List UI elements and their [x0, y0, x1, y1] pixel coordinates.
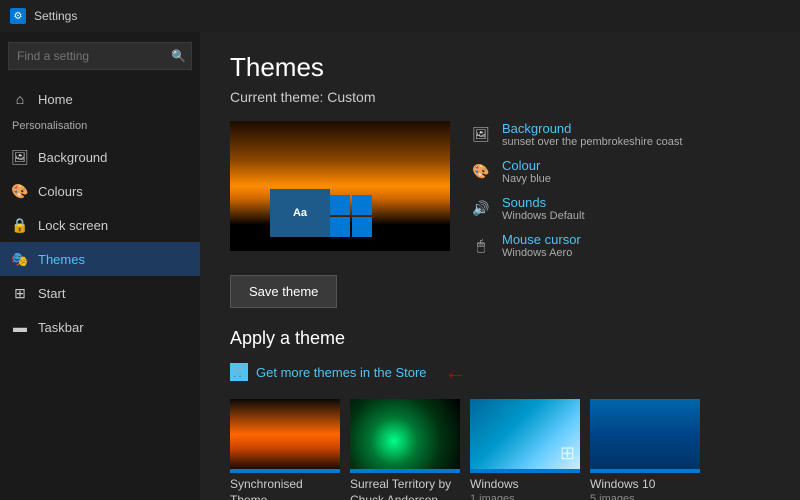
thumb-image-win10	[590, 399, 700, 469]
sidebar-item-start-label: Start	[38, 286, 65, 301]
preview-tile-3	[330, 217, 350, 237]
current-theme-label: Current theme: Custom	[230, 89, 770, 105]
page-title: Themes	[230, 52, 770, 83]
theme-thumbnail-surreal[interactable]: Surreal Territory by Chuck Anderson 6 im…	[350, 399, 460, 500]
theme-preview-row: Aa 🖼 Background sunset over the pembroke…	[230, 121, 770, 259]
thumb-bar-surreal	[350, 469, 460, 473]
sidebar-item-colours-label: Colours	[38, 184, 83, 199]
lock-screen-icon: 🔒	[12, 217, 28, 233]
sidebar-item-home-label: Home	[38, 92, 73, 107]
attr-colour-text: Colour Navy blue	[502, 158, 551, 185]
preview-tile-1	[330, 195, 350, 215]
preview-tile-2	[352, 195, 372, 215]
thumb-label-win10: Windows 10	[590, 477, 700, 493]
thumb-sublabel-win10: 5 images	[590, 493, 700, 500]
attr-colour-icon: 🎨	[470, 160, 492, 182]
title-bar-text: Settings	[34, 9, 77, 23]
thumb-bar-windows	[470, 469, 580, 473]
windows-logo-icon: ⊞	[560, 443, 575, 464]
attr-mouse-cursor-icon: 🖱	[470, 234, 492, 256]
background-icon: 🖼	[12, 149, 28, 165]
thumb-label-windows: Windows	[470, 477, 580, 493]
attr-colour-name: Colour	[502, 158, 551, 173]
sidebar-item-taskbar-label: Taskbar	[38, 320, 84, 335]
attr-background-value: sunset over the pembrokeshire coast	[502, 136, 682, 148]
thumb-bar-synced	[230, 469, 340, 473]
attr-colour[interactable]: 🎨 Colour Navy blue	[470, 158, 682, 185]
search-icon: 🔍	[171, 49, 186, 63]
thumb-image-surreal	[350, 399, 460, 469]
search-box[interactable]: 🔍	[8, 42, 192, 70]
home-icon: ⌂	[12, 91, 28, 107]
save-theme-button[interactable]: Save theme	[230, 275, 337, 308]
attr-background-name: Background	[502, 121, 682, 136]
store-link-row: 🛒 Get more themes in the Store ←	[230, 359, 770, 385]
thumb-label-surreal: Surreal Territory by Chuck Anderson	[350, 477, 460, 500]
sidebar-item-lock-screen-label: Lock screen	[38, 218, 108, 233]
sidebar-item-themes[interactable]: 🎭 Themes	[0, 242, 200, 276]
sidebar-section-label: Personalisation	[0, 116, 200, 140]
sidebar: 🔍 ⌂ Home Personalisation 🖼 Background 🎨 …	[0, 32, 200, 500]
attr-background-text: Background sunset over the pembrokeshire…	[502, 121, 682, 148]
sidebar-item-background[interactable]: 🖼 Background	[0, 140, 200, 174]
theme-thumbnail-windows[interactable]: ⊞ Windows 1 images	[470, 399, 580, 500]
store-link[interactable]: Get more themes in the Store	[256, 365, 427, 380]
thumb-image-windows: ⊞	[470, 399, 580, 469]
thumb-sublabel-windows: 1 images	[470, 493, 580, 500]
content-area: Themes Current theme: Custom Aa 🖼	[200, 32, 800, 500]
preview-tiles	[330, 195, 372, 237]
attr-background-icon: 🖼	[470, 123, 492, 145]
preview-window: Aa	[270, 189, 330, 237]
preview-tile-4	[352, 217, 372, 237]
sidebar-item-background-label: Background	[38, 150, 107, 165]
sidebar-item-taskbar[interactable]: ▬ Taskbar	[0, 310, 200, 344]
themes-icon: 🎭	[12, 251, 28, 267]
attr-sounds[interactable]: 🔊 Sounds Windows Default	[470, 195, 682, 222]
attr-sounds-value: Windows Default	[502, 210, 585, 222]
sidebar-item-home[interactable]: ⌂ Home	[0, 82, 200, 116]
app-body: 🔍 ⌂ Home Personalisation 🖼 Background 🎨 …	[0, 32, 800, 500]
taskbar-icon: ▬	[12, 319, 28, 335]
attr-mouse-cursor-name: Mouse cursor	[502, 232, 581, 247]
thumb-label-synced: Synchronised Theme	[230, 477, 340, 500]
thumb-bar-win10	[590, 469, 700, 473]
attr-sounds-text: Sounds Windows Default	[502, 195, 585, 222]
preview-aa-text: Aa	[293, 207, 307, 219]
theme-thumbnail-win10[interactable]: Windows 10 5 images	[590, 399, 700, 500]
search-input[interactable]	[8, 42, 192, 70]
apply-section-title: Apply a theme	[230, 328, 770, 349]
attr-background[interactable]: 🖼 Background sunset over the pembrokeshi…	[470, 121, 682, 148]
attr-mouse-cursor-value: Windows Aero	[502, 247, 581, 259]
attr-mouse-cursor[interactable]: 🖱 Mouse cursor Windows Aero	[470, 232, 682, 259]
theme-thumbnail-synced[interactable]: Synchronised Theme 1 images	[230, 399, 340, 500]
sidebar-item-themes-label: Themes	[38, 252, 85, 267]
sidebar-item-colours[interactable]: 🎨 Colours	[0, 174, 200, 208]
theme-attributes: 🖼 Background sunset over the pembrokeshi…	[470, 121, 682, 259]
attr-colour-value: Navy blue	[502, 173, 551, 185]
colours-icon: 🎨	[12, 183, 28, 199]
start-icon: ⊞	[12, 285, 28, 301]
arrow-indicator: ←	[445, 359, 467, 385]
theme-preview-image: Aa	[230, 121, 450, 251]
attr-sounds-name: Sounds	[502, 195, 585, 210]
app-icon: ⚙	[10, 8, 26, 24]
theme-thumbnails: Synchronised Theme 1 images Surreal Terr…	[230, 399, 770, 500]
store-icon: 🛒	[230, 363, 248, 381]
thumb-image-synced	[230, 399, 340, 469]
title-bar: ⚙ Settings	[0, 0, 800, 32]
attr-sounds-icon: 🔊	[470, 197, 492, 219]
sidebar-item-start[interactable]: ⊞ Start	[0, 276, 200, 310]
sidebar-item-lock-screen[interactable]: 🔒 Lock screen	[0, 208, 200, 242]
attr-mouse-cursor-text: Mouse cursor Windows Aero	[502, 232, 581, 259]
